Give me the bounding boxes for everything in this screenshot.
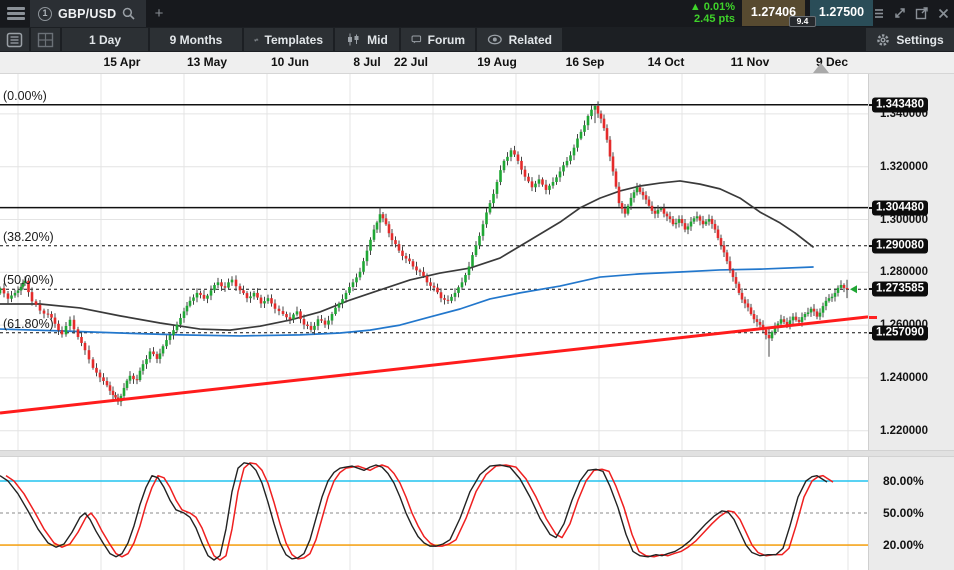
fib-level-label: (50.00%) — [3, 273, 54, 287]
popout-icon[interactable] — [915, 6, 929, 20]
fib-level-label: (61.80%) — [3, 317, 54, 331]
drag-handle-icon[interactable] — [873, 7, 885, 20]
candlestick-icon — [346, 33, 361, 46]
price-axis-label: 1.300000 — [880, 214, 928, 226]
chart-list-button[interactable] — [0, 28, 29, 51]
price-level-badge: 1.304480 — [872, 200, 928, 215]
range-label: 9 Months — [170, 33, 223, 47]
grid-icon — [37, 32, 54, 48]
list-panel-icon — [6, 32, 23, 48]
change-arrow-icon: ▲ — [690, 1, 701, 13]
period-label: 1 Day — [89, 33, 121, 47]
stoch-axis-label: 80.00% — [883, 474, 924, 488]
tab-index-badge: 1 — [38, 7, 52, 21]
templates-label: Templates — [265, 33, 323, 47]
price-axis-label: 1.220000 — [880, 425, 928, 437]
price-level-badge: 1.343480 — [872, 97, 928, 112]
forum-label: Forum — [428, 33, 465, 47]
price-change: ▲ 0.01% 2.45 pts — [690, 2, 735, 25]
scroll-to-end-marker-icon[interactable] — [813, 63, 829, 73]
stoch-axis-label: 50.00% — [883, 506, 924, 520]
trendline-axis-tick — [869, 316, 877, 319]
fib-level-label: (38.20%) — [3, 230, 54, 244]
price-level-badge: 1.273585 — [872, 282, 928, 297]
period-button[interactable]: 1 Day — [62, 28, 148, 51]
price-type-button[interactable]: Mid — [335, 28, 399, 51]
buy-price-button[interactable]: 1.27500 — [810, 0, 873, 26]
close-icon[interactable] — [937, 7, 950, 20]
stochastic-pane[interactable] — [0, 457, 868, 570]
eye-icon — [487, 34, 503, 45]
chart-toolbar: 1 Day 9 Months Templates — [0, 27, 954, 52]
add-tab-button[interactable]: + — [150, 5, 168, 23]
price-axis-label: 1.280000 — [880, 266, 928, 278]
price-level-badge: 1.257090 — [872, 325, 928, 340]
gear-icon — [876, 33, 890, 47]
date-tick-label: 10 Jun — [271, 55, 309, 69]
instrument-tab[interactable]: 1 GBP/USD — [30, 0, 146, 27]
forum-button[interactable]: Forum — [401, 28, 475, 51]
price-chart-pane[interactable]: (0.00%) (38.20%) (50.00%) (61.80%) — [0, 74, 868, 450]
range-button[interactable]: 9 Months — [150, 28, 242, 51]
price-axis-label: 1.320000 — [880, 161, 928, 173]
settings-label: Settings — [896, 33, 943, 47]
related-label: Related — [509, 33, 552, 47]
related-button[interactable]: Related — [477, 28, 562, 51]
settings-button[interactable]: Settings — [866, 28, 954, 51]
date-tick-label: 14 Oct — [648, 55, 685, 69]
search-icon[interactable] — [122, 7, 135, 20]
instrument-symbol: GBP/USD — [58, 7, 116, 21]
fib-level-label: (0.00%) — [3, 89, 47, 103]
stoch-axis-label: 20.00% — [883, 538, 924, 552]
menu-icon[interactable] — [7, 7, 25, 20]
price-level-badge: 1.290080 — [872, 238, 928, 253]
price-axis-label: 1.240000 — [880, 372, 928, 384]
spread-badge: 9.4 — [789, 16, 816, 27]
window-controls — [873, 6, 950, 20]
price-axis[interactable]: 1.3400001.3200001.3000001.2800001.260000… — [868, 74, 954, 570]
date-axis[interactable]: 15 Apr 13 May 10 Jun 8 Jul 22 Jul 19 Aug 16 Se… — [0, 52, 954, 74]
sliders-icon — [254, 34, 259, 46]
change-percent: 0.01% — [704, 1, 735, 13]
date-tick-label: 8 Jul — [353, 55, 380, 69]
date-tick-label: 22 Jul — [394, 55, 428, 69]
pane-divider[interactable] — [0, 450, 954, 457]
top-bar: 1 GBP/USD + ▲ 0.01% 2.45 pts 1.27406 1.2… — [0, 0, 954, 27]
trading-platform-window: 1 GBP/USD + ▲ 0.01% 2.45 pts 1.27406 1.2… — [0, 0, 954, 570]
date-tick-label: 16 Sep — [566, 55, 605, 69]
change-points: 2.45 pts — [690, 14, 735, 26]
date-tick-label: 19 Aug — [477, 55, 517, 69]
date-tick-label: 11 Nov — [731, 55, 770, 69]
layout-grid-button[interactable] — [31, 28, 60, 51]
expand-icon[interactable] — [893, 6, 907, 20]
last-price-arrow-icon — [850, 285, 857, 293]
date-tick-label: 13 May — [187, 55, 227, 69]
date-tick-label: 15 Apr — [104, 55, 141, 69]
price-type-label: Mid — [367, 33, 388, 47]
speech-bubble-icon — [411, 33, 422, 46]
templates-button[interactable]: Templates — [244, 28, 333, 51]
